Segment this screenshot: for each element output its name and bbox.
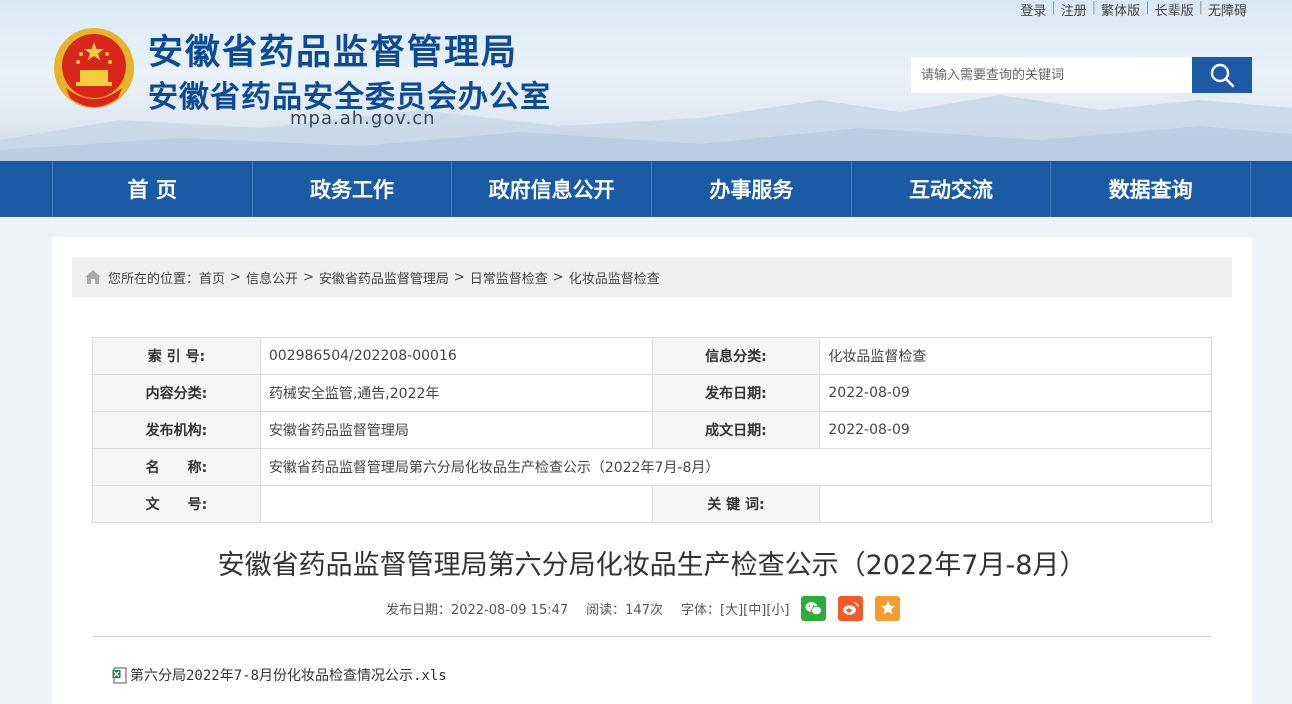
search-input[interactable] bbox=[911, 57, 1192, 93]
docno-value bbox=[259, 485, 653, 523]
category-label: 信息分类: bbox=[651, 337, 821, 375]
nav-data-query[interactable]: 数据查询 bbox=[1050, 161, 1252, 217]
login-link[interactable]: 登录 bbox=[1015, 0, 1051, 19]
search-box bbox=[911, 57, 1252, 93]
search-button[interactable] bbox=[1192, 57, 1252, 93]
name-value: 安徽省药品监督管理局第六分局化妆品生产检查公示（2022年7月-8月） bbox=[259, 448, 1213, 486]
wechat-icon bbox=[805, 601, 823, 615]
nav-info-disclosure[interactable]: 政府信息公开 bbox=[451, 161, 651, 217]
table-row: 内容分类: 药械安全监管,通告,2022年 发布日期: 2022-08-09 bbox=[92, 374, 1212, 412]
site-header: 登录 | 注册 | 繁体版 | 长辈版 | 无障碍 安徽省药品监督管理局 安徽省药品安全… bbox=[0, 0, 1292, 161]
article-title: 安徽省药品监督管理局第六分局化妆品生产检查公示（2022年7月-8月） bbox=[217, 550, 1087, 581]
nav-home[interactable]: 首 页 bbox=[52, 161, 252, 217]
index-label: 索 引 号: bbox=[92, 337, 261, 375]
docno-label: 文 号: bbox=[92, 485, 261, 523]
wechat-share-button[interactable] bbox=[801, 595, 827, 621]
accessibility-link[interactable]: 无障碍 bbox=[1203, 0, 1252, 19]
home-icon bbox=[85, 270, 101, 284]
publish-time: 发布日期：2022-08-09 15:47 bbox=[386, 602, 569, 618]
article-info: 发布日期：2022-08-09 15:47 阅读：147次 字体： [大] [中… bbox=[386, 595, 901, 621]
font-small-button[interactable]: [小] bbox=[766, 599, 789, 618]
name-label: 名 称: bbox=[92, 448, 261, 486]
pubdate-value: 2022-08-09 bbox=[819, 374, 1212, 412]
createdate-label: 成文日期: bbox=[651, 411, 821, 449]
breadcrumb-info[interactable]: 信息公开 bbox=[246, 268, 298, 287]
breadcrumb-home[interactable]: 首页 bbox=[199, 268, 225, 287]
nav-government-work[interactable]: 政务工作 bbox=[251, 161, 452, 217]
createdate-value: 2022-08-09 bbox=[819, 411, 1212, 449]
top-links: 登录 | 注册 | 繁体版 | 长辈版 | 无障碍 bbox=[1015, 0, 1252, 19]
search-icon bbox=[1210, 63, 1235, 88]
org-label: 发布机构: bbox=[92, 411, 261, 449]
table-row: 名 称: 安徽省药品监督管理局第六分局化妆品生产检查公示（2022年7月-8月） bbox=[92, 448, 1213, 486]
weibo-icon bbox=[843, 601, 860, 615]
traditional-link[interactable]: 繁体版 bbox=[1096, 0, 1145, 19]
metadata-table: 索 引 号: 002986504/202208-00016 信息分类: 化妆品监… bbox=[92, 337, 1213, 523]
category-value: 化妆品监督检查 bbox=[819, 337, 1212, 375]
star-icon bbox=[880, 601, 895, 615]
table-row: 发布机构: 安徽省药品监督管理局 成文日期: 2022-08-09 bbox=[92, 411, 1212, 449]
org-value: 安徽省药品监督管理局 bbox=[259, 411, 653, 449]
breadcrumb-prefix: 您所在的位置： bbox=[108, 271, 200, 287]
content-label: 内容分类: bbox=[92, 374, 261, 412]
register-link[interactable]: 注册 bbox=[1056, 0, 1092, 19]
elder-version-link[interactable]: 长辈版 bbox=[1150, 0, 1199, 19]
table-row: 文 号: 关 键 词: bbox=[92, 485, 1212, 523]
font-medium-button[interactable]: [中] bbox=[743, 599, 766, 618]
national-emblem-icon bbox=[54, 28, 134, 108]
pubdate-label: 发布日期: bbox=[651, 374, 821, 412]
index-value: 002986504/202208-00016 bbox=[259, 337, 653, 375]
nav-interaction[interactable]: 互动交流 bbox=[850, 161, 1051, 217]
favorite-button[interactable] bbox=[875, 595, 901, 621]
keywords-label: 关 键 词: bbox=[651, 485, 821, 523]
content-panel: 您所在的位置： 首页 > 信息公开 > 安徽省药品监督管理局 > 日常监督检查 > 化妆… bbox=[52, 237, 1252, 704]
font-large-button[interactable]: [大] bbox=[720, 599, 743, 618]
main-nav: 首 页 政务工作 政府信息公开 办事服务 互动交流 数据查询 bbox=[0, 161, 1292, 217]
table-row: 索 引 号: 002986504/202208-00016 信息分类: 化妆品监… bbox=[92, 337, 1212, 375]
weibo-share-button[interactable] bbox=[838, 595, 864, 621]
site-domain: mpa.ah.gov.cn bbox=[290, 108, 436, 129]
divider bbox=[92, 636, 1212, 637]
attachment-link[interactable]: 第六分局2022年7-8月份化妆品检查情况公示.xls bbox=[112, 665, 447, 685]
read-count: 阅读：147次 bbox=[586, 602, 663, 618]
attachment-name[interactable]: 第六分局2022年7-8月份化妆品检查情况公示.xls bbox=[130, 665, 447, 685]
site-title: 安徽省药品监督管理局 bbox=[148, 33, 519, 73]
excel-file-icon bbox=[112, 667, 127, 683]
nav-services[interactable]: 办事服务 bbox=[651, 161, 851, 217]
font-size-label: 字体： bbox=[680, 602, 720, 618]
breadcrumb-cosmetics[interactable]: 化妆品监督检查 bbox=[569, 268, 660, 287]
content-value: 药械安全监管,通告,2022年 bbox=[259, 374, 653, 412]
keywords-value bbox=[819, 485, 1212, 523]
breadcrumb-inspection[interactable]: 日常监督检查 bbox=[470, 268, 548, 287]
breadcrumb-agency[interactable]: 安徽省药品监督管理局 bbox=[319, 268, 449, 287]
breadcrumb: 您所在的位置： 首页 > 信息公开 > 安徽省药品监督管理局 > 日常监督检查 > 化妆… bbox=[72, 257, 1232, 297]
